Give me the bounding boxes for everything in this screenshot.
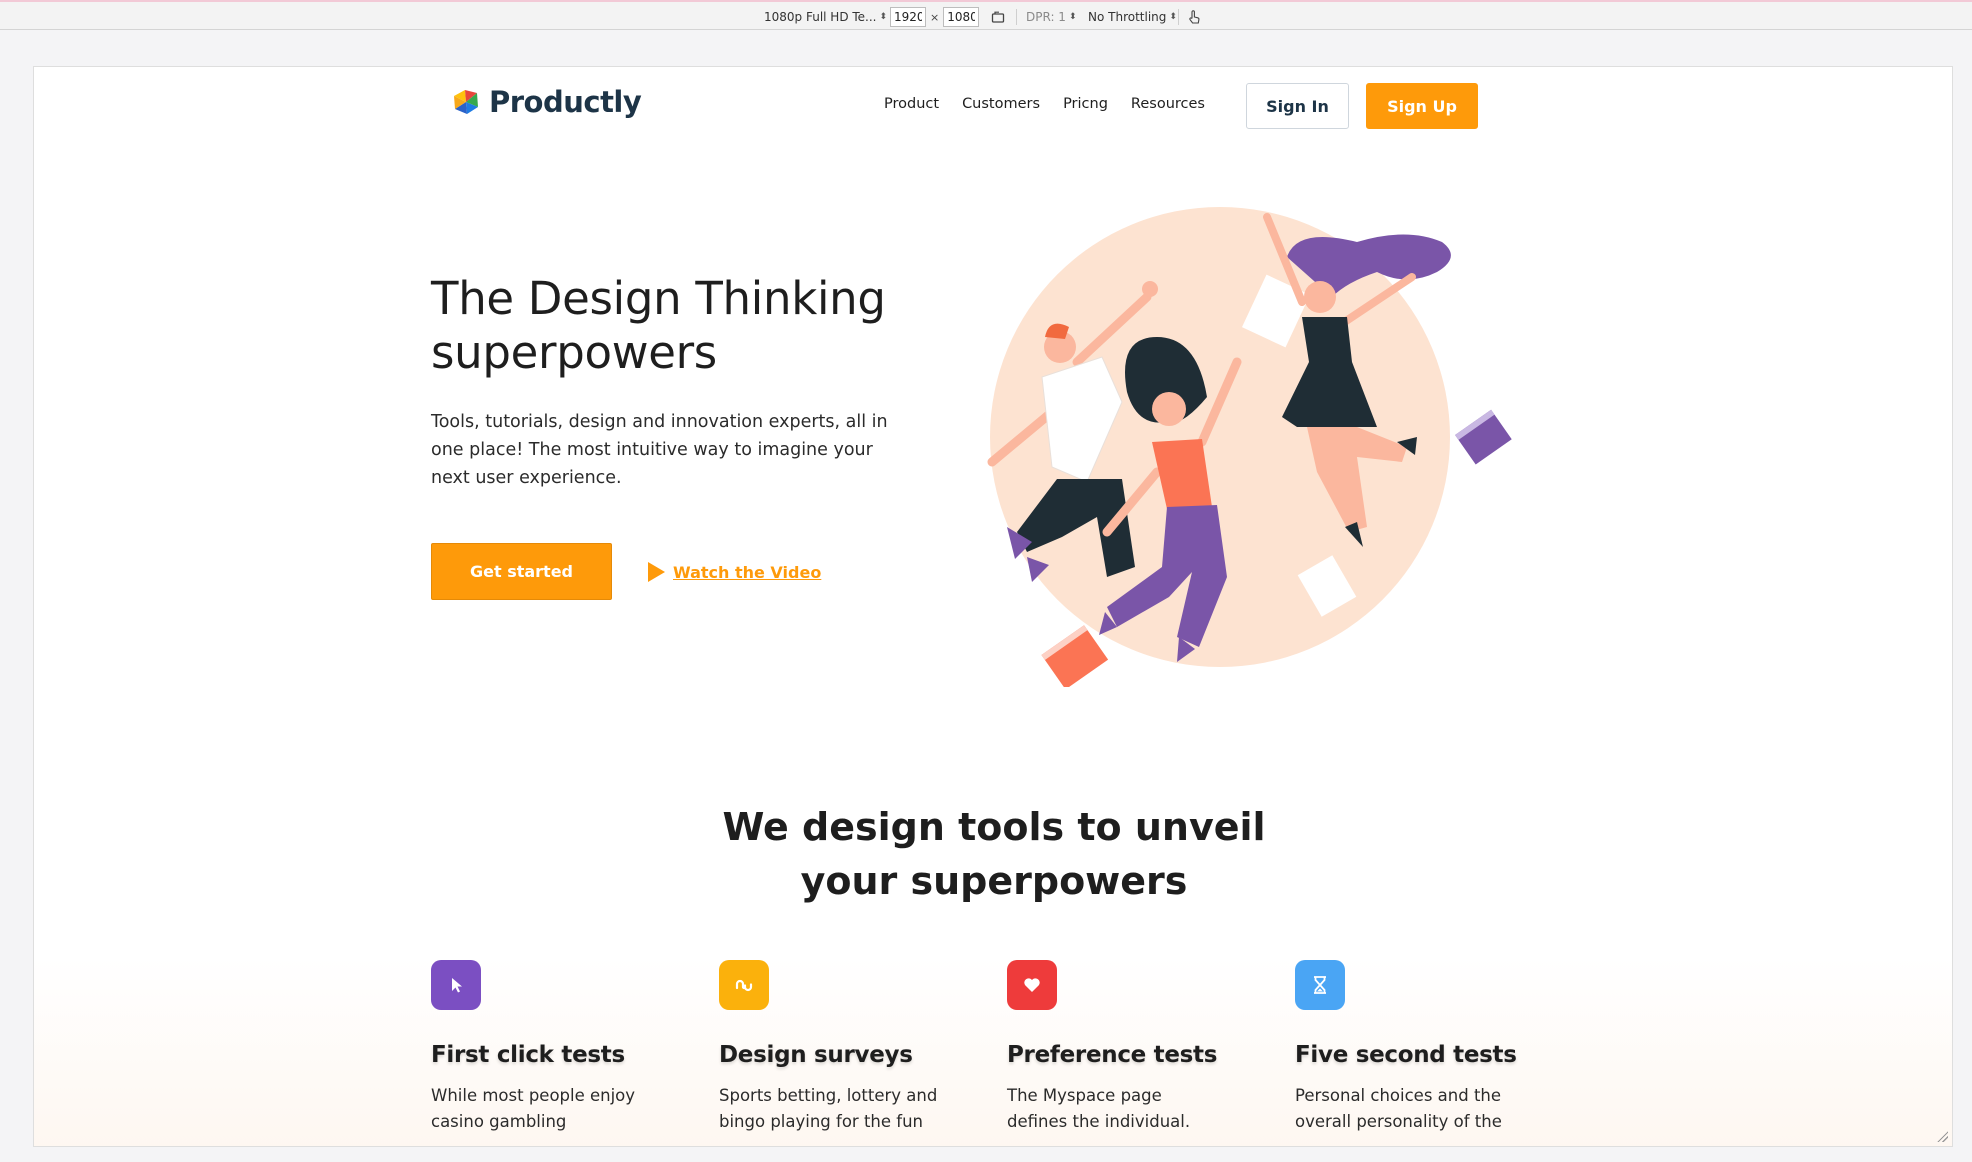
rotate-icon[interactable] xyxy=(990,7,1006,27)
dpr-label: DPR: 1 xyxy=(1026,10,1066,24)
watch-video-label: Watch the Video xyxy=(673,562,822,582)
dpr-select[interactable]: DPR: 1 ⬍ xyxy=(1026,7,1076,27)
feature-title: First click tests xyxy=(431,1042,625,1068)
features-background xyxy=(34,957,1952,1146)
brand-logo[interactable]: Productly xyxy=(451,85,642,119)
feature-card: Preference tests The Myspace page define… xyxy=(1007,960,1247,1135)
toolbar-divider xyxy=(1016,9,1017,25)
feature-card: First click tests While most people enjo… xyxy=(431,960,671,1135)
brand-name: Productly xyxy=(489,85,642,119)
section-title-line1: We design tools to unveil xyxy=(722,805,1266,849)
device-toolbar: 1080p Full HD Te...⬍ × DPR: 1⬍ No Thrott… xyxy=(0,0,1972,30)
hero-illustration xyxy=(987,207,1512,687)
feature-text: While most people enjoy casino gambling xyxy=(431,1086,636,1131)
width-input[interactable] xyxy=(890,7,926,27)
feature-title: Design surveys xyxy=(719,1042,913,1068)
logo-icon xyxy=(454,90,478,114)
resize-handle[interactable] xyxy=(1936,1130,1948,1142)
feature-text: The Myspace page defines the individual. xyxy=(1007,1086,1191,1131)
dimensions: × xyxy=(890,7,980,27)
throttling-select[interactable]: No Throttling ⬍ xyxy=(1088,7,1177,27)
hero-title: The Design Thinking superpowers xyxy=(431,272,951,380)
cursor-icon xyxy=(431,960,481,1010)
device-select-label: 1080p Full HD Te... xyxy=(764,10,877,24)
hero-subtitle: Tools, tutorials, design and innovation … xyxy=(431,412,888,488)
touch-icon[interactable] xyxy=(1186,7,1202,27)
nav-pricing[interactable]: Pricng xyxy=(1063,96,1108,112)
sign-in-button[interactable]: Sign In xyxy=(1246,83,1349,129)
nav-resources[interactable]: Resources xyxy=(1131,96,1205,112)
throttling-label: No Throttling xyxy=(1088,10,1167,24)
book-shape xyxy=(1455,409,1512,465)
main-nav: Product Customers Pricng Resources xyxy=(884,96,1205,112)
hourglass-icon xyxy=(1295,960,1345,1010)
select-arrows-icon: ⬍ xyxy=(1169,12,1177,22)
feature-title: Preference tests xyxy=(1007,1042,1218,1068)
get-started-button[interactable]: Get started xyxy=(431,543,612,600)
select-arrows-icon: ⬍ xyxy=(1068,12,1077,22)
nav-customers[interactable]: Customers xyxy=(962,96,1040,112)
feature-card: Design surveys Sports betting, lottery a… xyxy=(719,960,959,1135)
device-select[interactable]: 1080p Full HD Te... ⬍ xyxy=(764,7,887,27)
section-title: We design tools to unveil your superpowe… xyxy=(594,800,1394,908)
select-arrows-icon: ⬍ xyxy=(879,12,888,22)
nav-product[interactable]: Product xyxy=(884,96,939,112)
section-title-line2: your superpowers xyxy=(800,859,1188,903)
hero-title-line1: The Design Thinking xyxy=(431,272,886,325)
page-viewport: Productly Product Customers Pricng Resou… xyxy=(33,66,1953,1147)
heart-icon xyxy=(1007,960,1057,1010)
stumbleupon-icon xyxy=(719,960,769,1010)
feature-text: Sports betting, lottery and bingo playin… xyxy=(719,1086,938,1131)
feature-title: Five second tests xyxy=(1295,1042,1517,1068)
watch-video-link[interactable]: Watch the Video xyxy=(648,562,821,582)
play-icon xyxy=(648,562,665,582)
toolbar-divider xyxy=(1178,9,1179,25)
book-shape xyxy=(1041,625,1109,687)
hero-title-line2: superpowers xyxy=(431,326,717,379)
sign-up-button[interactable]: Sign Up xyxy=(1366,83,1478,129)
feature-card: Five second tests Personal choices and t… xyxy=(1295,960,1535,1135)
feature-text: Personal choices and the overall persona… xyxy=(1295,1086,1502,1131)
dimensions-separator: × xyxy=(930,10,940,24)
height-input[interactable] xyxy=(943,7,980,27)
